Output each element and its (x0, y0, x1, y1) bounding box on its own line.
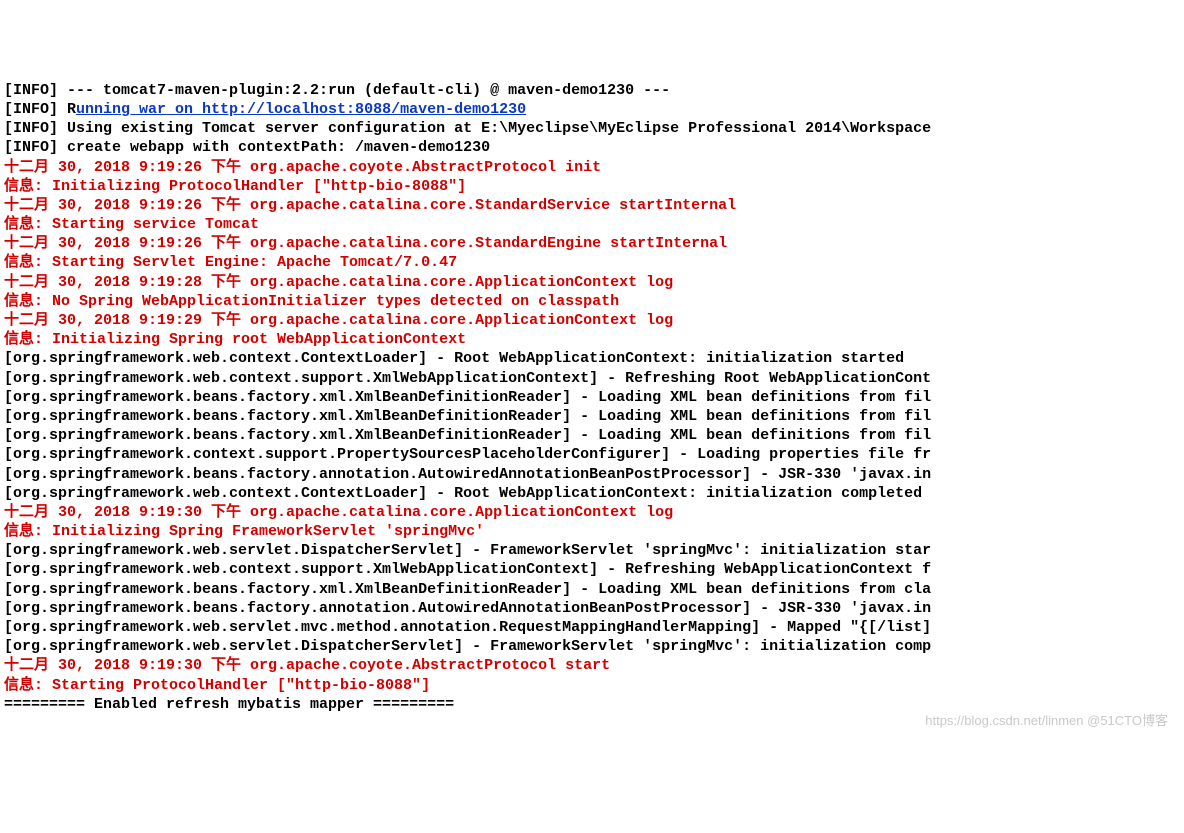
log-text: [org.springframework.beans.factory.xml.X… (4, 581, 931, 598)
log-line: 信息: Initializing ProtocolHandler ["http-… (4, 177, 1180, 196)
log-line: 信息: No Spring WebApplicationInitializer … (4, 292, 1180, 311)
log-text: [org.springframework.web.servlet.Dispatc… (4, 542, 931, 559)
log-text: 十二月 30, 2018 9:19:28 下午 org.apache.catal… (4, 274, 673, 291)
log-text: 十二月 30, 2018 9:19:26 下午 org.apache.coyot… (4, 159, 601, 176)
console-output[interactable]: [INFO] --- tomcat7-maven-plugin:2.2:run … (4, 81, 1180, 714)
log-line: [INFO] Using existing Tomcat server conf… (4, 119, 1180, 138)
log-text: [org.springframework.beans.factory.xml.X… (4, 427, 931, 444)
log-line: 信息: Starting Servlet Engine: Apache Tomc… (4, 253, 1180, 272)
log-text: 信息: Initializing Spring root WebApplicat… (4, 331, 466, 348)
log-text: 十二月 30, 2018 9:19:29 下午 org.apache.catal… (4, 312, 673, 329)
log-line: [org.springframework.beans.factory.xml.X… (4, 407, 1180, 426)
log-text: [INFO] --- tomcat7-maven-plugin:2.2:run … (4, 82, 670, 99)
log-line: [org.springframework.beans.factory.xml.X… (4, 388, 1180, 407)
log-line: 信息: Starting service Tomcat (4, 215, 1180, 234)
log-line: [INFO] Running war on http://localhost:8… (4, 100, 1180, 119)
log-line: [org.springframework.context.support.Pro… (4, 445, 1180, 464)
log-text: [org.springframework.web.servlet.Dispatc… (4, 638, 931, 655)
log-line: [org.springframework.web.servlet.Dispatc… (4, 541, 1180, 560)
log-text: [org.springframework.web.context.support… (4, 561, 931, 578)
log-link[interactable]: unning war on http://localhost:8088/mave… (76, 101, 526, 118)
log-line: [org.springframework.beans.factory.annot… (4, 599, 1180, 618)
log-line: [org.springframework.beans.factory.xml.X… (4, 580, 1180, 599)
log-line: [org.springframework.web.context.Context… (4, 349, 1180, 368)
log-line: 十二月 30, 2018 9:19:28 下午 org.apache.catal… (4, 273, 1180, 292)
log-text: 十二月 30, 2018 9:19:26 下午 org.apache.catal… (4, 197, 736, 214)
log-line: 十二月 30, 2018 9:19:26 下午 org.apache.catal… (4, 196, 1180, 215)
log-line: [org.springframework.web.servlet.mvc.met… (4, 618, 1180, 637)
log-line: 信息: Starting ProtocolHandler ["http-bio-… (4, 676, 1180, 695)
log-line: [INFO] --- tomcat7-maven-plugin:2.2:run … (4, 81, 1180, 100)
log-text: [org.springframework.beans.factory.annot… (4, 466, 931, 483)
log-text: 信息: No Spring WebApplicationInitializer … (4, 293, 619, 310)
log-line: [org.springframework.web.context.support… (4, 560, 1180, 579)
log-line: 十二月 30, 2018 9:19:26 下午 org.apache.catal… (4, 234, 1180, 253)
log-text: [org.springframework.beans.factory.annot… (4, 600, 931, 617)
log-text: 十二月 30, 2018 9:19:26 下午 org.apache.catal… (4, 235, 727, 252)
log-line: [INFO] create webapp with contextPath: /… (4, 138, 1180, 157)
log-text: [org.springframework.context.support.Pro… (4, 446, 931, 463)
log-line: ========= Enabled refresh mybatis mapper… (4, 695, 1180, 714)
log-text: ========= Enabled refresh mybatis mapper… (4, 696, 454, 713)
log-line: [org.springframework.web.context.support… (4, 369, 1180, 388)
watermark-text: https://blog.csdn.net/linmen @51CTO博客 (925, 713, 1168, 730)
log-line: 十二月 30, 2018 9:19:30 下午 org.apache.catal… (4, 503, 1180, 522)
log-line: [org.springframework.web.context.Context… (4, 484, 1180, 503)
log-text: 信息: Starting service Tomcat (4, 216, 259, 233)
log-line: 十二月 30, 2018 9:19:30 下午 org.apache.coyot… (4, 656, 1180, 675)
log-text: [org.springframework.web.servlet.mvc.met… (4, 619, 931, 636)
log-text: [org.springframework.web.context.support… (4, 370, 931, 387)
log-line: 信息: Initializing Spring root WebApplicat… (4, 330, 1180, 349)
log-text: [org.springframework.beans.factory.xml.X… (4, 408, 931, 425)
log-text: 信息: Initializing Spring FrameworkServlet… (4, 523, 484, 540)
log-line: [org.springframework.beans.factory.xml.X… (4, 426, 1180, 445)
log-text: [INFO] Using existing Tomcat server conf… (4, 120, 931, 137)
log-text: [org.springframework.beans.factory.xml.X… (4, 389, 931, 406)
log-text: 十二月 30, 2018 9:19:30 下午 org.apache.coyot… (4, 657, 610, 674)
log-text: 十二月 30, 2018 9:19:30 下午 org.apache.catal… (4, 504, 673, 521)
log-text: [org.springframework.web.context.Context… (4, 485, 931, 502)
log-text: [org.springframework.web.context.Context… (4, 350, 904, 367)
log-line: [org.springframework.beans.factory.annot… (4, 465, 1180, 484)
log-text: 信息: Starting Servlet Engine: Apache Tomc… (4, 254, 457, 271)
log-line: [org.springframework.web.servlet.Dispatc… (4, 637, 1180, 656)
log-text: 信息: Initializing ProtocolHandler ["http-… (4, 178, 466, 195)
log-text: [INFO] create webapp with contextPath: /… (4, 139, 490, 156)
log-line: 十二月 30, 2018 9:19:26 下午 org.apache.coyot… (4, 158, 1180, 177)
log-text: [INFO] R (4, 101, 76, 118)
log-line: 十二月 30, 2018 9:19:29 下午 org.apache.catal… (4, 311, 1180, 330)
log-line: 信息: Initializing Spring FrameworkServlet… (4, 522, 1180, 541)
log-text: 信息: Starting ProtocolHandler ["http-bio-… (4, 677, 430, 694)
